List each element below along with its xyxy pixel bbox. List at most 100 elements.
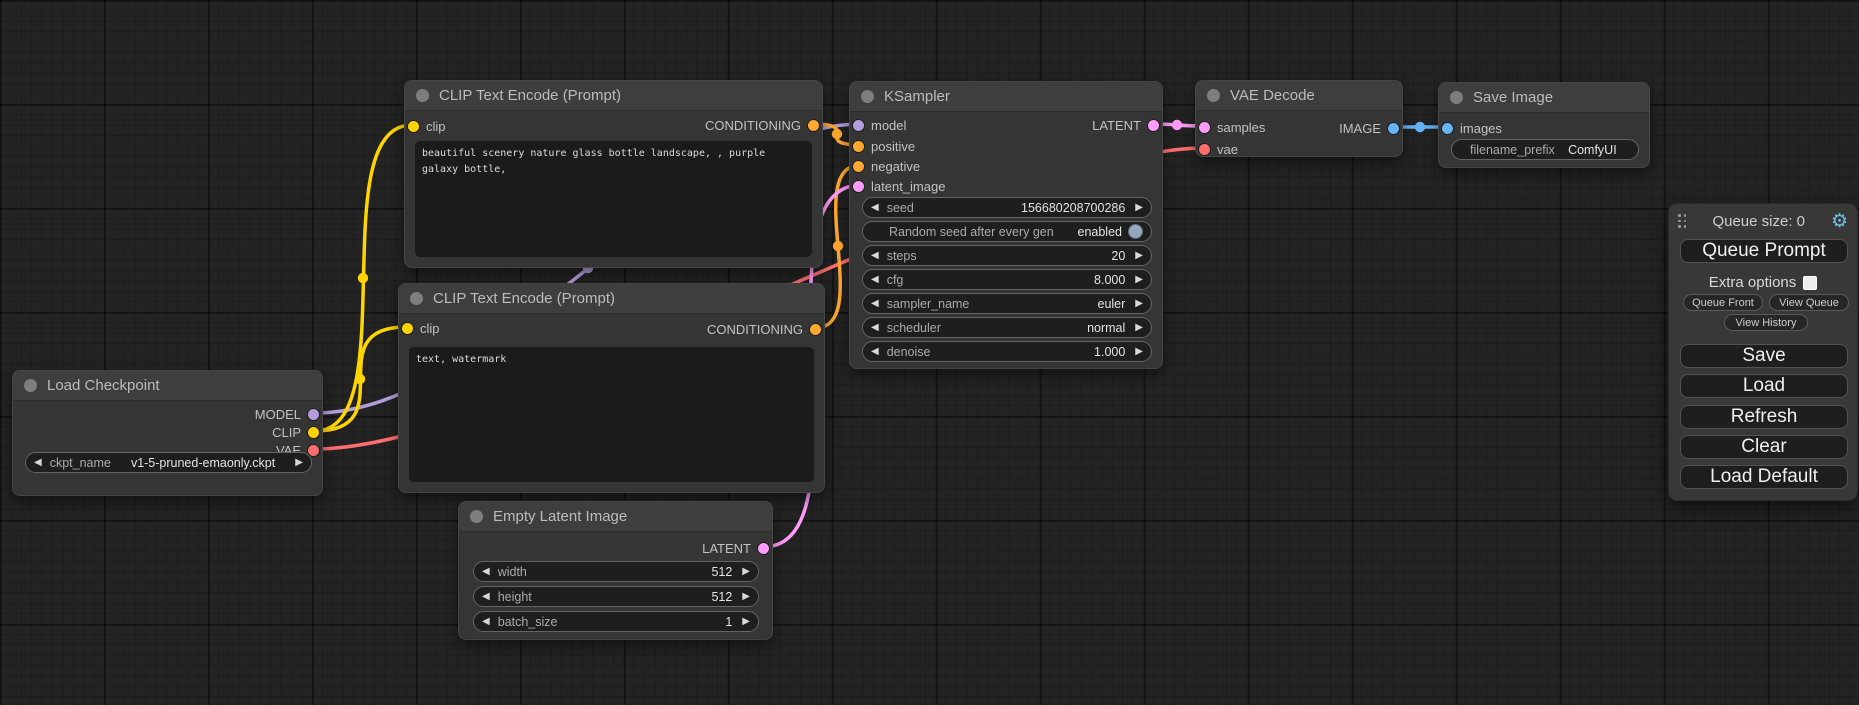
conditioning-port-icon[interactable] — [810, 324, 821, 335]
input-port-clip[interactable]: clip — [402, 319, 440, 337]
clip-port-icon[interactable] — [308, 427, 319, 438]
collapse-dot-icon[interactable] — [470, 510, 483, 523]
decrement-arrow-icon[interactable]: ◀ — [871, 274, 879, 285]
queue-prompt-button[interactable]: Queue Prompt — [1680, 239, 1848, 263]
output-port-image[interactable]: IMAGE — [1339, 119, 1399, 137]
input-port-clip[interactable]: clip — [408, 117, 446, 135]
node-vae-decode[interactable]: VAE Decode samples vae IMAGE — [1195, 80, 1403, 157]
increment-arrow-icon[interactable]: ▶ — [742, 616, 750, 627]
view-history-button[interactable]: View History — [1724, 314, 1808, 331]
extra-options-checkbox[interactable] — [1803, 276, 1817, 290]
node-empty-latent-image[interactable]: Empty Latent Image LATENT ◀ width 512 ▶ … — [458, 501, 773, 640]
node-graph-canvas[interactable]: Load Checkpoint MODEL CLIP VAE ◀ ckpt_na… — [0, 0, 1859, 705]
node-title-bar[interactable]: Load Checkpoint — [13, 371, 322, 401]
node-ksampler[interactable]: KSampler model positive negative latent_… — [849, 81, 1163, 369]
node-save-image[interactable]: Save Image images filename_prefix ComfyU… — [1438, 82, 1650, 168]
widget-value[interactable]: v1-5-pruned-emaonly.ckpt — [111, 456, 295, 470]
node-title-bar[interactable]: VAE Decode — [1196, 81, 1402, 111]
widget-value[interactable]: 512 — [711, 565, 742, 579]
widget-value[interactable]: 1 — [725, 615, 742, 629]
prompt-textarea[interactable]: text, watermark — [409, 347, 814, 482]
output-port-clip[interactable]: CLIP — [272, 423, 319, 441]
decrement-arrow-icon[interactable]: ◀ — [871, 322, 879, 333]
clip-port-icon[interactable] — [402, 323, 413, 334]
collapse-dot-icon[interactable] — [410, 292, 423, 305]
input-port-model[interactable]: model — [853, 116, 906, 134]
decrement-arrow-icon[interactable]: ◀ — [871, 202, 879, 213]
collapse-dot-icon[interactable] — [24, 379, 37, 392]
settings-gear-icon[interactable]: ⚙ — [1831, 212, 1848, 231]
seed-widget[interactable]: ◀ seed 156680208700286 ▶ — [862, 197, 1152, 218]
conditioning-port-icon[interactable] — [853, 161, 864, 172]
latent-port-icon[interactable] — [1148, 120, 1159, 131]
decrement-arrow-icon[interactable]: ◀ — [482, 566, 490, 577]
widget-value[interactable]: 512 — [711, 590, 742, 604]
batch-size-widget[interactable]: ◀ batch_size 1 ▶ — [473, 611, 759, 632]
node-clip-text-encode-positive[interactable]: CLIP Text Encode (Prompt) clip CONDITION… — [404, 80, 823, 268]
vae-port-icon[interactable] — [1199, 144, 1210, 155]
increment-arrow-icon[interactable]: ▶ — [742, 591, 750, 602]
widget-value[interactable]: normal — [1087, 321, 1135, 335]
collapse-dot-icon[interactable] — [1450, 91, 1463, 104]
vae-port-icon[interactable] — [308, 445, 319, 456]
increment-arrow-icon[interactable]: ▶ — [1135, 202, 1143, 213]
node-title-bar[interactable]: KSampler — [850, 82, 1162, 112]
widget-value[interactable]: 1.000 — [1094, 345, 1135, 359]
widget-value[interactable]: 156680208700286 — [1021, 201, 1135, 215]
decrement-arrow-icon[interactable]: ◀ — [871, 250, 879, 261]
input-port-negative[interactable]: negative — [853, 157, 920, 175]
output-port-conditioning[interactable]: CONDITIONING — [707, 320, 821, 338]
filename-prefix-widget[interactable]: filename_prefix ComfyUI — [1451, 139, 1639, 160]
increment-arrow-icon[interactable]: ▶ — [1135, 274, 1143, 285]
queue-front-button[interactable]: Queue Front — [1683, 294, 1763, 311]
clear-button[interactable]: Clear — [1680, 435, 1848, 459]
widget-value[interactable]: 20 — [1111, 249, 1135, 263]
load-button[interactable]: Load — [1680, 374, 1848, 398]
node-title-bar[interactable]: CLIP Text Encode (Prompt) — [399, 284, 824, 314]
denoise-widget[interactable]: ◀ denoise 1.000 ▶ — [862, 341, 1152, 362]
clip-port-icon[interactable] — [408, 121, 419, 132]
conditioning-port-icon[interactable] — [808, 120, 819, 131]
save-button[interactable]: Save — [1680, 344, 1848, 368]
decrement-arrow-icon[interactable]: ◀ — [34, 457, 42, 468]
cfg-widget[interactable]: ◀ cfg 8.000 ▶ — [862, 269, 1152, 290]
prompt-textarea[interactable]: beautiful scenery nature glass bottle la… — [415, 141, 812, 257]
output-port-latent[interactable]: LATENT — [1092, 116, 1159, 134]
output-port-conditioning[interactable]: CONDITIONING — [705, 116, 819, 134]
load-default-button[interactable]: Load Default — [1680, 465, 1848, 489]
decrement-arrow-icon[interactable]: ◀ — [871, 298, 879, 309]
increment-arrow-icon[interactable]: ▶ — [295, 457, 303, 468]
image-port-icon[interactable] — [1442, 123, 1453, 134]
decrement-arrow-icon[interactable]: ◀ — [482, 616, 490, 627]
node-title-bar[interactable]: Save Image — [1439, 83, 1649, 113]
node-title-bar[interactable]: Empty Latent Image — [459, 502, 772, 532]
collapse-dot-icon[interactable] — [1207, 89, 1220, 102]
collapse-dot-icon[interactable] — [416, 89, 429, 102]
height-widget[interactable]: ◀ height 512 ▶ — [473, 586, 759, 607]
view-queue-button[interactable]: View Queue — [1769, 294, 1849, 311]
conditioning-port-icon[interactable] — [853, 141, 864, 152]
model-port-icon[interactable] — [308, 409, 319, 420]
node-clip-text-encode-negative[interactable]: CLIP Text Encode (Prompt) clip CONDITION… — [398, 283, 825, 493]
widget-value[interactable]: 8.000 — [1094, 273, 1135, 287]
random-seed-toggle-widget[interactable]: Random seed after every gen enabled — [862, 221, 1152, 242]
input-port-vae[interactable]: vae — [1199, 140, 1238, 158]
increment-arrow-icon[interactable]: ▶ — [1135, 298, 1143, 309]
increment-arrow-icon[interactable]: ▶ — [1135, 346, 1143, 357]
model-port-icon[interactable] — [853, 120, 864, 131]
increment-arrow-icon[interactable]: ▶ — [742, 566, 750, 577]
decrement-arrow-icon[interactable]: ◀ — [482, 591, 490, 602]
widget-value[interactable]: euler — [1098, 297, 1136, 311]
increment-arrow-icon[interactable]: ▶ — [1135, 250, 1143, 261]
input-port-images[interactable]: images — [1442, 119, 1502, 137]
sampler-name-widget[interactable]: ◀ sampler_name euler ▶ — [862, 293, 1152, 314]
decrement-arrow-icon[interactable]: ◀ — [871, 346, 879, 357]
output-port-model[interactable]: MODEL — [255, 405, 319, 423]
image-port-icon[interactable] — [1388, 123, 1399, 134]
steps-widget[interactable]: ◀ steps 20 ▶ — [862, 245, 1152, 266]
output-port-latent[interactable]: LATENT — [702, 539, 769, 557]
latent-port-icon[interactable] — [1199, 122, 1210, 133]
increment-arrow-icon[interactable]: ▶ — [1135, 322, 1143, 333]
ckpt-name-widget[interactable]: ◀ ckpt_name v1-5-pruned-emaonly.ckpt ▶ — [25, 452, 312, 473]
scheduler-widget[interactable]: ◀ scheduler normal ▶ — [862, 317, 1152, 338]
